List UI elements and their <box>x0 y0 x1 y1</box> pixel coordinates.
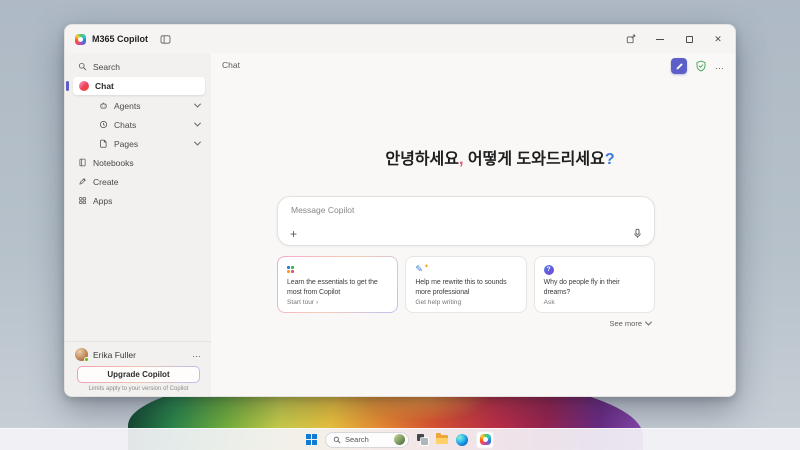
pages-icon <box>99 139 108 148</box>
avatar[interactable] <box>75 348 89 362</box>
main-more-button[interactable]: … <box>715 61 725 71</box>
page-title: Chat <box>222 60 240 70</box>
sidebar-apps-label: Apps <box>93 195 113 206</box>
windows-start-icon[interactable] <box>306 434 317 445</box>
suggestion-cards: Learn the essentials to get the most fro… <box>277 256 655 313</box>
sidebar-pages-label: Pages <box>114 138 139 149</box>
limits-note: Limits apply to your version of Copilot <box>88 386 189 392</box>
new-chat-button[interactable] <box>671 58 687 74</box>
see-more-label: See more <box>609 319 642 328</box>
sidebar-item-agents[interactable]: Agents <box>65 96 211 115</box>
sidebar-item-pages[interactable]: Pages <box>65 134 211 153</box>
card-title: Help me rewrite this to sounds more prof… <box>415 279 507 296</box>
edge-icon[interactable] <box>456 433 468 446</box>
chevron-down-icon[interactable] <box>193 138 202 146</box>
sidebar-chat-label: Chat <box>95 81 114 91</box>
minimize-button[interactable] <box>653 32 667 46</box>
agents-icon <box>99 101 108 110</box>
greeting-part2: 어떻게 도와드리세요 <box>463 151 605 168</box>
upgrade-copilot-button[interactable]: Upgrade Copilot <box>77 366 200 383</box>
sidebar-search-label: Search <box>93 61 120 72</box>
chevron-down-icon[interactable] <box>193 100 202 108</box>
copilot-logo-icon <box>75 33 86 45</box>
app-title: M365 Copilot <box>92 34 149 44</box>
taskbar-search[interactable]: Search <box>325 431 409 448</box>
account-name: Erika Fuller <box>93 349 136 360</box>
sidebar: Search Chat Agents Chats Pages Notebooks… <box>65 53 211 396</box>
sparkle-icon: ✦ <box>423 263 429 270</box>
create-icon <box>78 177 87 186</box>
close-button[interactable]: ✕ <box>711 32 725 46</box>
message-composer: + <box>277 196 655 246</box>
open-new-window-icon[interactable] <box>624 32 638 46</box>
sidebar-create-label: Create <box>93 176 119 187</box>
ask-link[interactable]: Ask <box>544 299 555 306</box>
greeting-part1: 안녕하세요 <box>385 151 459 168</box>
sidebar-search[interactable]: Search <box>65 57 211 76</box>
sidebar-item-chats[interactable]: Chats <box>65 115 211 134</box>
essentials-grid-icon <box>287 266 294 273</box>
new-chat-icon <box>676 63 682 69</box>
chats-icon <box>99 120 108 129</box>
sidebar-item-notebooks[interactable]: Notebooks <box>65 153 211 172</box>
chat-icon <box>79 81 89 91</box>
notebooks-icon <box>78 158 87 167</box>
greeting-question-mark: ? <box>604 151 615 168</box>
sidebar-item-create[interactable]: Create <box>65 172 211 191</box>
sidebar-item-apps[interactable]: Apps <box>65 191 211 210</box>
mic-button[interactable] <box>632 228 643 239</box>
taskbar: Search <box>0 428 800 450</box>
get-help-writing-link[interactable]: Get help writing <box>415 299 461 306</box>
search-highlight-thumbnail <box>394 434 405 445</box>
sidebar-toggle-icon[interactable] <box>160 34 171 44</box>
desktop: M365 Copilot ✕ Search Chat Agents Chats … <box>0 0 800 450</box>
account-section: Erika Fuller … Upgrade Copilot Limits ap… <box>65 341 211 396</box>
apps-icon <box>78 196 87 205</box>
taskbar-search-label: Search <box>345 435 369 444</box>
selected-indicator <box>66 81 69 91</box>
titlebar: M365 Copilot ✕ <box>65 25 735 53</box>
start-tour-link[interactable]: Start tour › <box>287 299 318 306</box>
mic-icon <box>634 228 641 238</box>
shield-check-icon <box>696 60 706 72</box>
suggestion-card-rewrite[interactable]: ✎ ✦ Help me rewrite this to sounds more … <box>405 256 527 313</box>
rewrite-pen-icon: ✎ <box>415 264 423 274</box>
sidebar-agents-label: Agents <box>114 100 141 111</box>
question-icon: ? <box>543 264 554 275</box>
search-icon <box>78 62 87 71</box>
chevron-down-icon[interactable] <box>193 119 202 127</box>
chevron-down-icon <box>644 318 653 326</box>
suggestion-card-learn[interactable]: Learn the essentials to get the most fro… <box>277 256 398 313</box>
account-row[interactable]: Erika Fuller … <box>75 348 202 362</box>
main-content: Chat … 안녕하세요, 어떻게 도와드리세요? Message Copilo… <box>211 53 735 396</box>
sidebar-chats-label: Chats <box>114 119 137 130</box>
presence-online-icon <box>84 357 89 362</box>
task-view-icon[interactable] <box>417 434 428 445</box>
sidebar-item-chat[interactable]: Chat <box>73 77 205 95</box>
file-explorer-icon[interactable] <box>436 433 448 444</box>
message-input[interactable] <box>291 205 641 215</box>
account-more-button[interactable]: … <box>192 350 202 359</box>
greeting-text: 안녕하세요, 어떻게 도와드리세요? <box>311 145 689 169</box>
card-title: Learn the essentials to get the most fro… <box>287 279 378 296</box>
suggestion-card-dreams[interactable]: ? Why do people fly in their dreams? Ask <box>533 256 655 313</box>
copilot-logo-icon <box>479 434 491 445</box>
card-title: Why do people fly in their dreams? <box>543 279 620 296</box>
attach-plus-button[interactable]: + <box>290 228 297 240</box>
search-icon <box>333 436 341 444</box>
see-more-button[interactable]: See more <box>609 318 653 328</box>
taskbar-copilot-app-active[interactable] <box>476 430 494 449</box>
copilot-app-window: M365 Copilot ✕ Search Chat Agents Chats … <box>64 24 736 397</box>
sidebar-notebooks-label: Notebooks <box>93 157 134 168</box>
maximize-button[interactable] <box>682 32 696 46</box>
protection-status-button[interactable] <box>695 60 707 72</box>
